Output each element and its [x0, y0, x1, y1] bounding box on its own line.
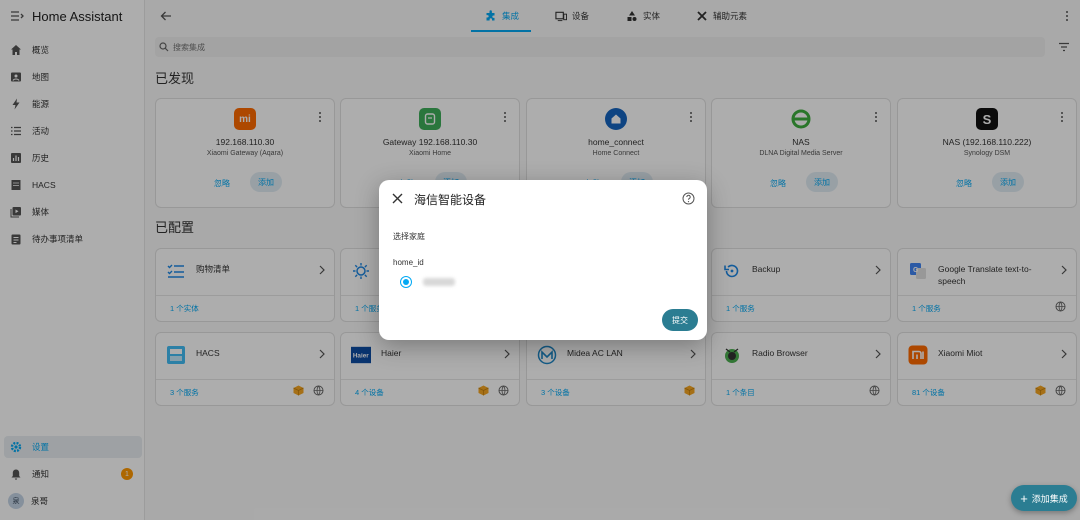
help-icon[interactable] [682, 192, 695, 205]
config-flow-dialog: 海信智能设备 选择家庭 home_id 提交 [379, 180, 707, 340]
field-label: home_id [393, 258, 424, 267]
close-icon[interactable] [392, 193, 403, 204]
add-integration-button[interactable]: + 添加集成 [1011, 485, 1077, 511]
add-integration-label: 添加集成 [1031, 493, 1068, 504]
submit-button[interactable]: 提交 [662, 309, 698, 331]
redacted-home-name [423, 278, 455, 286]
home-radio-option[interactable] [400, 276, 412, 288]
plus-icon: + [1020, 490, 1028, 506]
dialog-description: 选择家庭 [393, 232, 425, 241]
dialog-title: 海信智能设备 [414, 193, 487, 207]
